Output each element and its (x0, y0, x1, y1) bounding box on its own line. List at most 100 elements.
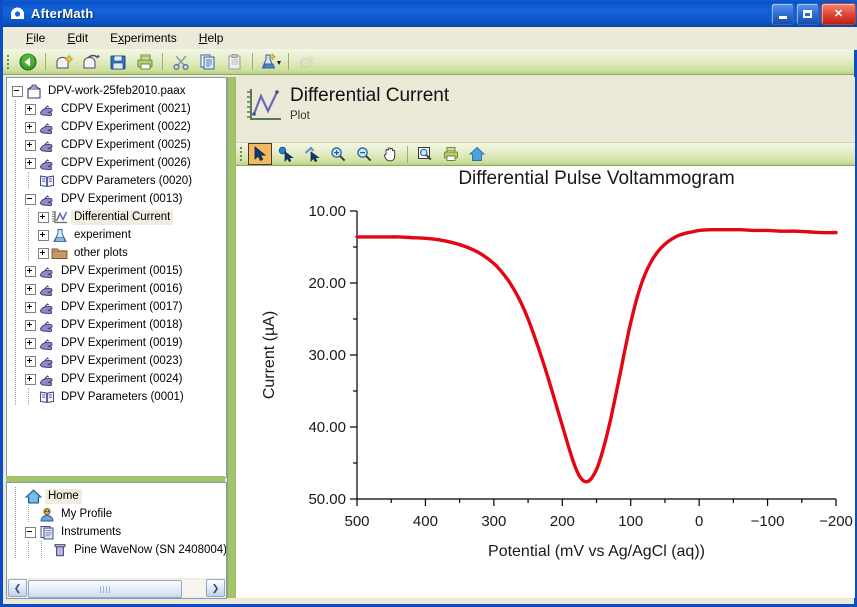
minimize-button[interactable] (771, 3, 794, 25)
tree-item-label: other plots (74, 246, 128, 259)
tree-item-label: Differential Current (71, 209, 174, 225)
tree-indent (11, 172, 24, 190)
new-experiment-button[interactable] (258, 50, 283, 73)
toolbar-grip[interactable] (5, 53, 11, 70)
tool-trace-select[interactable] (300, 143, 324, 165)
expand-icon[interactable] (24, 280, 37, 298)
tool-zoom-region[interactable] (413, 143, 437, 165)
expand-icon[interactable] (24, 136, 37, 154)
folder-icon (50, 245, 69, 261)
voltammogram-chart: Differential Pulse Voltammogram 10.00 20.0… (261, 168, 853, 560)
copy-button[interactable] (195, 50, 220, 73)
tree-item-label: CDPV Parameters (0020) (61, 174, 193, 187)
experiment-hand-icon (37, 137, 56, 153)
scroll-left-button[interactable]: ❮ (8, 579, 27, 597)
y-tick-label: 10.00 (308, 203, 346, 220)
menu-help[interactable]: Help (188, 28, 235, 48)
tree-item[interactable]: Differential Current (11, 208, 224, 226)
home-icon (24, 488, 43, 504)
tree-item[interactable]: DPV Experiment (0017) (11, 298, 224, 316)
plot-toolbar-grip[interactable] (238, 146, 244, 163)
experiment-hand-icon (37, 353, 56, 369)
tree-item[interactable]: experiment (11, 226, 224, 244)
tree-item-label: DPV Experiment (0016) (61, 282, 183, 295)
back-button[interactable] (15, 50, 40, 73)
x-tick-label: −200 (819, 513, 853, 530)
scrollbar-track[interactable] (28, 580, 205, 598)
menu-edit[interactable]: Edit (56, 28, 99, 48)
tool-print[interactable] (439, 143, 463, 165)
expand-icon[interactable] (24, 100, 37, 118)
expand-icon[interactable] (24, 154, 37, 172)
experiment-hand-icon (37, 155, 56, 171)
expand-icon[interactable] (24, 298, 37, 316)
tree-indent (11, 100, 24, 118)
expand-icon[interactable] (37, 208, 50, 226)
tool-zoom-in[interactable] (326, 143, 350, 165)
menu-experiments[interactable]: Experiments (99, 28, 188, 48)
close-button[interactable]: ✕ (821, 3, 856, 25)
tree-item[interactable]: Home (11, 487, 224, 505)
expand-icon[interactable] (24, 118, 37, 136)
paste-button[interactable] (222, 50, 247, 73)
expand-icon[interactable] (24, 334, 37, 352)
expand-icon[interactable] (24, 352, 37, 370)
tree-indent (11, 154, 24, 172)
tree-item-label: experiment (74, 228, 131, 241)
home-tree-hscrollbar[interactable]: ❮ ❯ (6, 578, 227, 599)
tree-item[interactable]: DPV Experiment (0016) (11, 280, 224, 298)
tree-item[interactable]: DPV Experiment (0019) (11, 334, 224, 352)
new-archive-button[interactable] (51, 50, 76, 73)
scroll-right-button[interactable]: ❯ (206, 579, 225, 597)
disabled-tool-button (294, 50, 319, 73)
tree-item[interactable]: DPV Experiment (0013) (11, 190, 224, 208)
tree-item[interactable]: CDPV Parameters (0020) (11, 172, 224, 190)
tree-item[interactable]: CDPV Experiment (0026) (11, 154, 224, 172)
maximize-button[interactable] (796, 3, 819, 25)
tree-item[interactable]: My Profile (11, 505, 224, 523)
print-button[interactable] (132, 50, 157, 73)
collapse-icon[interactable] (24, 190, 37, 208)
tree-item[interactable]: Pine WaveNow (SN 2408004) (11, 541, 226, 559)
tree-item[interactable]: CDPV Experiment (0025) (11, 136, 224, 154)
tool-select[interactable] (248, 143, 272, 165)
x-tick-label: 400 (413, 513, 438, 530)
tree-item[interactable]: DPV Experiment (0024) (11, 370, 224, 388)
expand-icon[interactable] (37, 226, 50, 244)
instruments-icon (37, 524, 56, 540)
tree-item[interactable]: other plots (11, 244, 224, 262)
chart-canvas[interactable]: Differential Pulse Voltammogram 10.00 20.0… (236, 166, 855, 598)
scrollbar-thumb[interactable] (28, 580, 182, 598)
expand-icon[interactable] (37, 244, 50, 262)
tool-point-select[interactable] (274, 143, 298, 165)
collapse-icon[interactable] (24, 523, 37, 541)
home-tree-panel[interactable]: Home My Profile Instruments Pine WaveNow (S… (6, 482, 227, 584)
cut-button[interactable] (168, 50, 193, 73)
tool-pan[interactable] (378, 143, 402, 165)
expand-icon[interactable] (24, 316, 37, 334)
expand-icon[interactable] (24, 262, 37, 280)
expand-icon[interactable] (24, 370, 37, 388)
x-tick-label: 200 (550, 513, 575, 530)
tree-connector (11, 487, 24, 505)
tool-zoom-out[interactable] (352, 143, 376, 165)
tree-indent (24, 208, 37, 226)
menu-file[interactable]: File (15, 28, 56, 48)
save-button[interactable] (105, 50, 130, 73)
tree-item[interactable]: CDPV Experiment (0021) (11, 100, 224, 118)
tree-item[interactable]: DPV Parameters (0001) (11, 388, 224, 406)
archive-tree-panel[interactable]: DPV-work-25feb2010.paax CDPV Experiment (… (6, 77, 227, 478)
tool-reset-view[interactable] (465, 143, 489, 165)
tree-item[interactable]: CDPV Experiment (0022) (11, 118, 224, 136)
x-tick-label: 100 (618, 513, 643, 530)
tree-item[interactable]: DPV Experiment (0018) (11, 316, 224, 334)
open-archive-button[interactable] (78, 50, 103, 73)
tree-item[interactable]: DPV Experiment (0015) (11, 262, 224, 280)
chart-series-line (355, 227, 838, 484)
tree-item[interactable]: DPV-work-25feb2010.paax (11, 82, 224, 100)
collapse-icon[interactable] (11, 82, 24, 100)
tree-item[interactable]: Instruments (11, 523, 224, 541)
tree-item-label: CDPV Experiment (0026) (61, 156, 191, 169)
toolbar-separator (252, 53, 253, 70)
tree-item[interactable]: DPV Experiment (0023) (11, 352, 224, 370)
